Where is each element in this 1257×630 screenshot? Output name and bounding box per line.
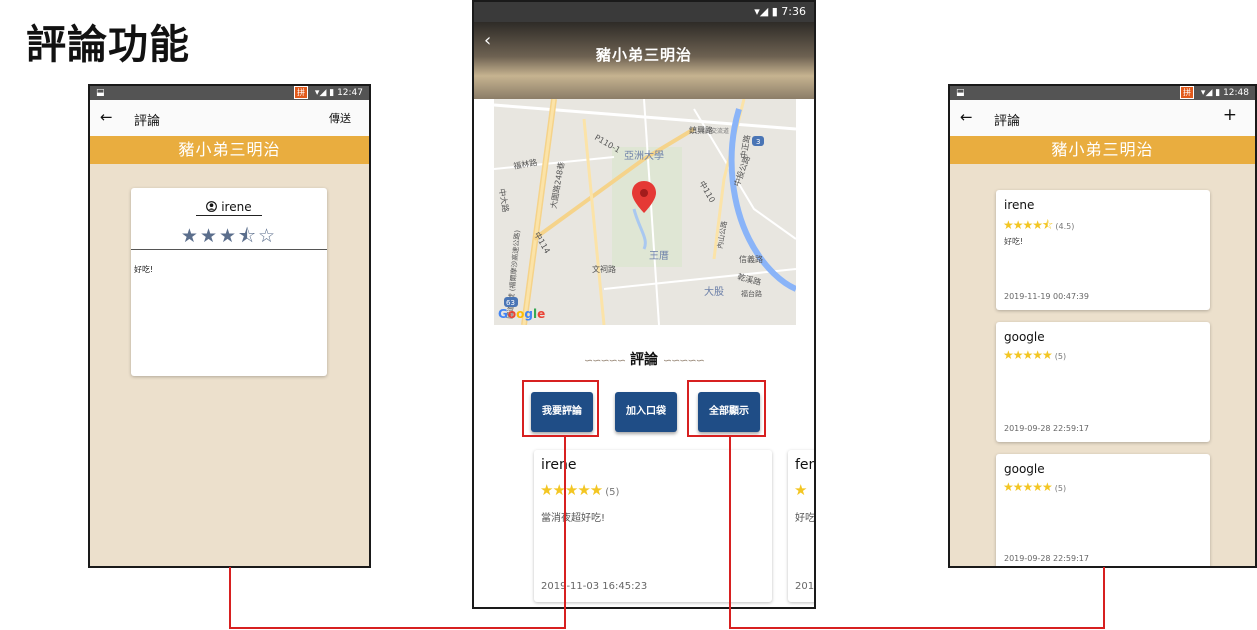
status-bar: ▾◢ ▮ 7:36 [474, 2, 814, 22]
highway-shield-63: 63 [504, 297, 518, 307]
reviewer-name: google [1004, 462, 1045, 476]
screenshot-icon: ⬓ [956, 88, 965, 98]
svg-text:信義路: 信義路 [739, 254, 763, 264]
app-bar-title: 評論 [994, 114, 1021, 129]
svg-text:63: 63 [506, 299, 515, 307]
review-card[interactable]: google ★★★★★ (5) 2019-09-28 22:59:17 [996, 454, 1210, 566]
highlight-box-write-review [522, 380, 599, 437]
reviewer-name: google [1004, 330, 1045, 344]
map-label: 霧峰交流道 [699, 127, 729, 135]
app-badge-icon: 拼 [1180, 86, 1195, 99]
review-text: 好吃 [795, 513, 815, 524]
review-compose-card: irene ★★★⯪☆ 好吃! [131, 188, 327, 376]
rating-stars: ★★★★⯪ (4.5) [1003, 218, 1075, 232]
header-image: ‹ 豬小弟三明治 [474, 22, 814, 99]
app-bar: ← 評論 + [950, 100, 1255, 136]
signal-battery-icon: ▾◢ ▮ [754, 5, 778, 18]
rating-stars: ★★★★★ (5) [1003, 480, 1067, 494]
rating-stars: ★★★★★ (5) [1003, 348, 1067, 362]
middle-phone-screen: ▾◢ ▮ 7:36 ‹ 豬小弟三明治 鎮興路 P110-1 福林路 中大路 大園… [472, 0, 816, 609]
connector-line [229, 567, 231, 629]
review-card[interactable]: google ★★★★★ (5) 2019-09-28 22:59:17 [996, 322, 1210, 442]
app-bar: ← 評論 傳送 [90, 100, 369, 136]
review-username: irene [221, 200, 252, 214]
svg-text:大股: 大股 [704, 285, 724, 298]
send-button[interactable]: 傳送 [329, 110, 351, 126]
slide-title: 評論功能 [26, 22, 190, 68]
review-card[interactable]: fen ★ 好吃 2019 [788, 450, 816, 602]
review-user: irene [131, 200, 327, 216]
svg-text:3: 3 [756, 138, 760, 146]
restaurant-banner: 豬小弟三明治 [950, 136, 1255, 164]
signal-battery-icon: ▾◢ ▮ [1200, 88, 1221, 98]
ornament-left-icon: ∽∽∽∽∽ [584, 354, 626, 367]
reviewer-name: irene [541, 457, 577, 473]
map-label: 文祠路 [592, 264, 616, 274]
rating-stars: ★ [794, 481, 807, 499]
connector-line [564, 436, 566, 629]
status-time: 7:36 [781, 5, 806, 18]
connector-line [229, 627, 566, 629]
review-text: 好吃! [1004, 237, 1024, 246]
rating-score: (4.5) [1055, 222, 1075, 231]
back-arrow-icon[interactable]: ← [960, 108, 973, 126]
status-bar: ⬓ 拼 ▾◢ ▮ 12:48 [950, 86, 1255, 100]
person-icon [206, 200, 221, 214]
status-bar: ⬓ 拼 ▾◢ ▮ 12:47 [90, 86, 369, 100]
reviewer-name: fen [795, 457, 816, 473]
rating-stars: ★★★★★ (5) [540, 481, 620, 499]
rating-score: (5) [1054, 352, 1067, 361]
rating-score: (5) [605, 487, 620, 498]
app-badge-icon: 拼 [294, 86, 309, 99]
map-label: 亞洲大學 [624, 149, 664, 162]
map-label: 福台路 [741, 289, 762, 298]
divider [131, 249, 327, 250]
rating-score: (5) [1054, 484, 1067, 493]
signal-battery-icon: ▾◢ ▮ [314, 88, 335, 98]
review-date: 2019-09-28 22:59:17 [1004, 554, 1089, 563]
restaurant-banner: 豬小弟三明治 [90, 136, 369, 164]
back-arrow-icon[interactable]: ← [100, 108, 113, 126]
review-card[interactable]: irene ★★★★⯪ (4.5) 好吃! 2019-11-19 00:47:39 [996, 190, 1210, 310]
reviews-section-heading: ∽∽∽∽∽ 評論 ∽∽∽∽∽ [474, 349, 814, 369]
screenshot-icon: ⬓ [96, 88, 105, 98]
review-date: 2019-11-03 16:45:23 [541, 581, 648, 592]
svg-text:福台路: 福台路 [741, 289, 762, 298]
review-date: 2019 [795, 581, 815, 592]
reviewer-name: irene [1004, 198, 1035, 212]
reviews-section-title: 評論 [630, 352, 658, 368]
connector-line [729, 436, 731, 629]
add-to-bag-button[interactable]: 加入口袋 [615, 392, 677, 432]
highlight-box-show-all [687, 380, 766, 437]
review-date: 2019-11-19 00:47:39 [1004, 292, 1089, 301]
app-bar-title: 評論 [134, 114, 161, 129]
map-label: 王厝 [649, 250, 669, 262]
google-logo: Google [498, 307, 546, 321]
map-label: 大股 [704, 285, 724, 298]
ornament-right-icon: ∽∽∽∽∽ [662, 354, 705, 367]
svg-text:亞洲大學: 亞洲大學 [624, 149, 664, 162]
status-time: 12:47 [337, 88, 363, 98]
review-text: 當消夜超好吃! [541, 513, 606, 524]
review-date: 2019-09-28 22:59:17 [1004, 424, 1089, 433]
map-label: 信義路 [739, 254, 763, 264]
connector-line [729, 627, 1105, 629]
right-phone-screen: ⬓ 拼 ▾◢ ▮ 12:48 ← 評論 + 豬小弟三明治 irene ★★★★⯪… [948, 84, 1257, 568]
restaurant-title: 豬小弟三明治 [595, 46, 692, 64]
map-view[interactable]: 鎮興路 P110-1 福林路 中大路 大園路248巷 亞洲大學 中110 中投公… [494, 99, 796, 325]
add-icon[interactable]: + [1223, 105, 1237, 125]
review-text-input[interactable]: 好吃! [134, 264, 153, 275]
status-time: 12:48 [1223, 88, 1249, 98]
review-card[interactable]: irene ★★★★★ (5) 當消夜超好吃! 2019-11-03 16:45:… [534, 450, 772, 602]
svg-text:霧峰交流道: 霧峰交流道 [699, 127, 729, 135]
highway-shield-3: 3 [752, 136, 764, 146]
connector-line [1103, 567, 1105, 629]
svg-text:文祠路: 文祠路 [592, 264, 616, 274]
svg-text:王厝: 王厝 [649, 250, 669, 262]
left-phone-screen: ⬓ 拼 ▾◢ ▮ 12:47 ← 評論 傳送 豬小弟三明治 irene ★★★⯪… [88, 84, 371, 568]
